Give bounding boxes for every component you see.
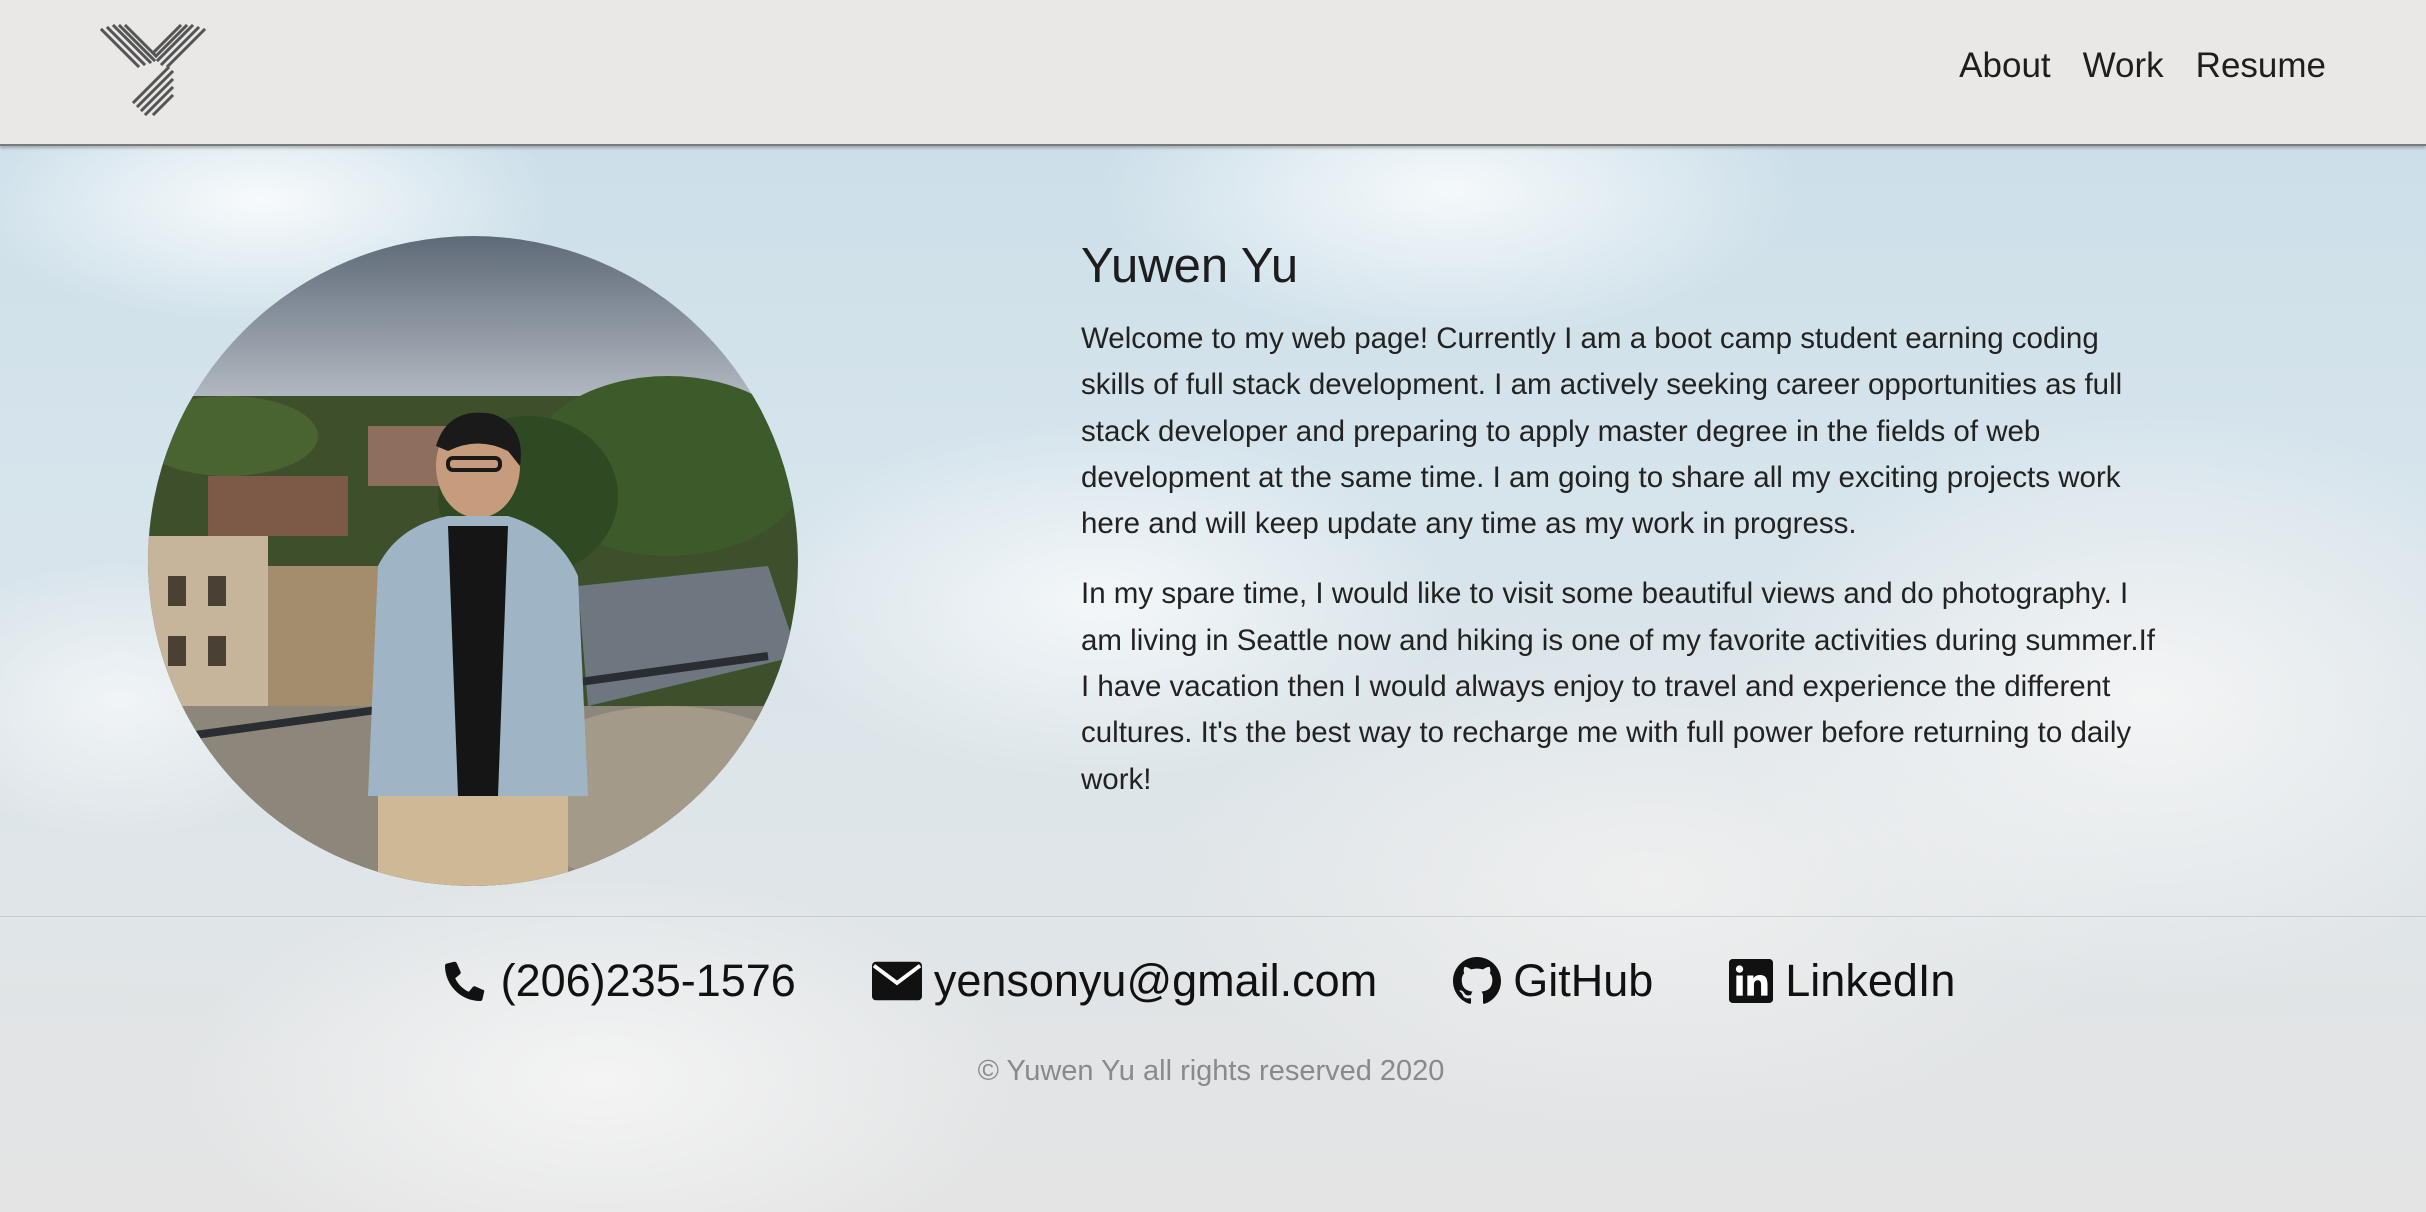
nav-link-about[interactable]: About: [1959, 46, 2050, 86]
nav-link-work[interactable]: Work: [2083, 46, 2164, 86]
navbar: About Work Resume: [0, 0, 2426, 146]
site-logo[interactable]: [98, 23, 210, 117]
intro-section: Yuwen Yu Welcome to my web page! Current…: [1081, 238, 2161, 827]
phone-number: (206)235-1576: [500, 955, 796, 1006]
github-link[interactable]: GitHub: [1453, 955, 1653, 1007]
bio-paragraph: In my spare time, I would like to visit …: [1081, 577, 2155, 796]
contact-bar: (206)235-1576 yensonyu@gmail.com GitHub …: [0, 955, 2411, 1007]
footer-divider: [0, 916, 2426, 917]
github-label: GitHub: [1513, 955, 1654, 1006]
nav-link-resume[interactable]: Resume: [2196, 46, 2326, 86]
page: About Work Resume Yuwen Yu Welcome to my…: [0, 0, 2426, 1212]
profile-photo: [148, 236, 798, 886]
phone-icon: [444, 961, 484, 1001]
profile-name: Yuwen Yu: [1081, 239, 1299, 293]
striped-y-logo-icon: [99, 23, 207, 117]
nav-menu: About Work Resume: [1959, 46, 2326, 86]
copyright-text: © Yuwen Yu all rights reserved 2020: [977, 1055, 1445, 1087]
email-address: yensonyu@gmail.com: [933, 955, 1378, 1006]
bio-paragraph: Welcome to my web page! Currently I am a…: [1081, 322, 2123, 541]
phone-link[interactable]: (206)235-1576: [441, 955, 796, 1007]
profile-photo-image: [148, 236, 798, 886]
linkedin-icon: [1729, 959, 1774, 1003]
email-link[interactable]: yensonyu@gmail.com: [871, 955, 1378, 1007]
github-icon: [1453, 957, 1502, 1004]
envelope-icon: [871, 961, 922, 1001]
linkedin-link[interactable]: LinkedIn: [1729, 955, 1955, 1007]
linkedin-label: LinkedIn: [1785, 955, 1956, 1006]
